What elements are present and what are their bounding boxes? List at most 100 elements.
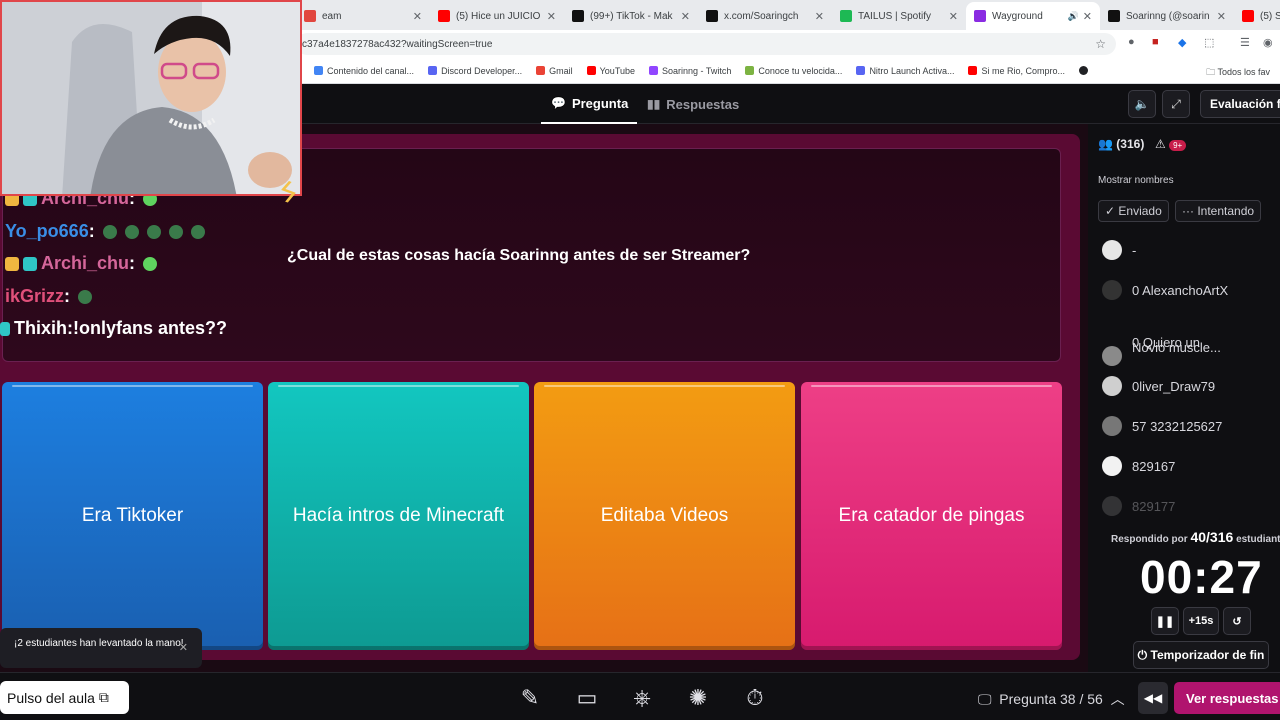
- menu-icon[interactable]: ☰: [1240, 36, 1250, 49]
- pen-tool-icon[interactable]: ✎: [513, 683, 547, 713]
- chat-username: ikGrizz: [5, 286, 65, 306]
- close-icon[interactable]: ✕: [413, 10, 422, 23]
- google-icon: [314, 66, 323, 75]
- bottom-bar: Pulso del aula ⧉ ✎ ▭ ⎈ ✺ ⏱ 🖵 Pregunta 38…: [0, 672, 1280, 720]
- tab-label: Respuestas: [666, 96, 740, 112]
- bookmark-item[interactable]: YouTube: [586, 66, 635, 76]
- spinner-wheel-icon[interactable]: ✺: [681, 683, 715, 713]
- answer-option-1[interactable]: Era Tiktoker: [2, 382, 263, 650]
- end-timer-button[interactable]: ⏻ Temporizador de fin: [1133, 641, 1269, 669]
- question-navigator[interactable]: 🖵 Pregunta 38 / 56 ︿: [978, 689, 1125, 709]
- timer-tool-icon[interactable]: ⏱: [738, 683, 772, 713]
- close-icon[interactable]: ✕: [681, 10, 690, 23]
- browser-tab[interactable]: Soarinng (@soarin ✕: [1100, 2, 1234, 30]
- countdown-timer: 00:27: [1140, 551, 1263, 603]
- bookmark-item[interactable]: Nitro Launch Activa...: [856, 66, 954, 76]
- bookmark-item[interactable]: Discord Developer...: [428, 66, 522, 76]
- close-icon[interactable]: ✕: [547, 10, 556, 23]
- avatar: [1102, 416, 1122, 436]
- avatar: [1102, 376, 1122, 396]
- show-answers-button[interactable]: Ver respuestas: [1174, 682, 1280, 714]
- close-icon[interactable]: ✕: [949, 10, 958, 23]
- fullscreen-button[interactable]: ⤢: [1162, 90, 1190, 118]
- bookmark-item[interactable]: Soarinng - Twitch: [649, 66, 731, 76]
- bookmark-item[interactable]: Conoce tu velocida...: [745, 66, 842, 76]
- speaker-icon[interactable]: 🔊: [1068, 11, 1079, 22]
- webcam-image: [2, 2, 300, 194]
- class-pulse-button[interactable]: Pulso del aula ⧉: [0, 681, 129, 714]
- bookmark-label: Contenido del canal...: [327, 65, 415, 76]
- player-row: 0 AlexanchoArtX: [1102, 280, 1228, 300]
- browser-tab[interactable]: (99+) TikTok - Mak ✕: [564, 2, 698, 30]
- bookmark-star-icon[interactable]: ☆: [1095, 37, 1106, 51]
- whiteboard-icon[interactable]: ▭: [570, 683, 604, 713]
- bookmark-item[interactable]: Si me Rio, Compro...: [968, 66, 1065, 76]
- browser-tab[interactable]: x.com/Soaringch ✕: [698, 2, 832, 30]
- answered-suffix: estudiante: [1236, 534, 1280, 545]
- tab-respuestas[interactable]: ▮▮ Respuestas: [647, 84, 747, 124]
- pause-button[interactable]: ❚❚: [1151, 607, 1179, 635]
- browser-tab-active[interactable]: Wayground 🔊 ✕: [966, 2, 1100, 30]
- player-row: 57 3232125627: [1102, 416, 1222, 436]
- emote-icon: [190, 224, 205, 239]
- address-bar[interactable]: c37a4e1837278ac432?waitingScreen=true ☆: [296, 33, 1116, 55]
- puzzle-icon[interactable]: ⬚: [1204, 36, 1214, 49]
- answer-option-4[interactable]: Era catador de pingas: [801, 382, 1062, 650]
- chat-username: Archi_chu: [41, 253, 130, 273]
- extension-icon[interactable]: ■: [1152, 36, 1159, 48]
- wayground-icon: [974, 10, 986, 22]
- profile-avatar-icon[interactable]: ◉: [1263, 36, 1273, 49]
- bookmark-item[interactable]: Contenido del canal...: [314, 66, 414, 76]
- avatar: [1102, 456, 1122, 476]
- youtube-icon: [586, 66, 596, 75]
- speaker-icon: 🔈: [1134, 97, 1150, 111]
- tab-favicon-icon: [304, 10, 316, 22]
- bookmark-label: Nitro Launch Activa...: [869, 65, 955, 76]
- webcam-feed: [0, 0, 302, 196]
- emote-icon: [78, 289, 93, 304]
- filter-trying-chip[interactable]: ··· Intentando: [1175, 200, 1262, 222]
- tiktok-icon: [1108, 10, 1120, 22]
- power-icon: ⏻: [1137, 647, 1148, 662]
- tab-pregunta[interactable]: 💬 Pregunta: [541, 84, 637, 124]
- close-icon[interactable]: ✕: [179, 642, 188, 655]
- extension-icon[interactable]: ●: [1128, 36, 1135, 48]
- answer-option-2[interactable]: Hacía intros de Minecraft: [268, 382, 529, 650]
- tab-title: eam: [322, 10, 342, 22]
- browser-tab[interactable]: TAILUS | Spotify ✕: [832, 2, 966, 30]
- browser-tab[interactable]: (5) Hice un JUICIO ✕: [430, 2, 564, 30]
- bookmark-item[interactable]: Gmail: [536, 66, 573, 76]
- bookmark-item[interactable]: [1079, 66, 1092, 75]
- reset-timer-button[interactable]: ↺: [1223, 607, 1251, 635]
- presenter-icon[interactable]: ⎈: [625, 683, 659, 713]
- filter-sent-chip[interactable]: ✓ Enviado: [1098, 200, 1169, 222]
- end-evaluation-button[interactable]: Evaluación fin: [1200, 90, 1280, 118]
- sound-button[interactable]: 🔈: [1128, 90, 1156, 118]
- answer-label: Hacía intros de Minecraft: [292, 505, 505, 526]
- discord-icon: [428, 66, 438, 75]
- add-time-button[interactable]: +15s: [1183, 607, 1219, 635]
- close-icon[interactable]: ✕: [815, 10, 824, 23]
- emote-icon: [124, 224, 139, 239]
- alerts-indicator[interactable]: ⚠ 9+: [1155, 137, 1187, 151]
- browser-tab[interactable]: (5) Soarinng Larg✕: [1234, 2, 1280, 30]
- answered-summary: Respondido por 40/316 estudiante: [1111, 529, 1280, 545]
- close-icon[interactable]: ✕: [1217, 10, 1226, 23]
- button-label: Temporizador de fin: [1150, 648, 1265, 662]
- chip-label: Enviado: [1118, 204, 1162, 218]
- close-icon[interactable]: ✕: [1083, 10, 1092, 23]
- button-label: Ver respuestas: [1186, 690, 1279, 706]
- twitch-icon: [649, 66, 658, 75]
- show-names-label: Mostrar nombres: [1098, 175, 1174, 186]
- bookmark-label: Conoce tu velocida...: [758, 65, 843, 76]
- x-icon: [706, 10, 718, 22]
- answer-option-3[interactable]: Editaba Videos: [534, 382, 795, 650]
- browser-tab[interactable]: eam ✕: [296, 2, 430, 30]
- previous-question-button[interactable]: ◀◀: [1138, 682, 1168, 714]
- player-name: 57 3232125627: [1132, 418, 1223, 434]
- player-name: -: [1132, 242, 1137, 258]
- avatar: [1102, 346, 1122, 366]
- extension-icon[interactable]: ◆: [1178, 36, 1186, 49]
- bar-chart-icon: ▮▮: [647, 97, 661, 111]
- all-bookmarks[interactable]: 🗀 Todos los fav: [1206, 65, 1270, 81]
